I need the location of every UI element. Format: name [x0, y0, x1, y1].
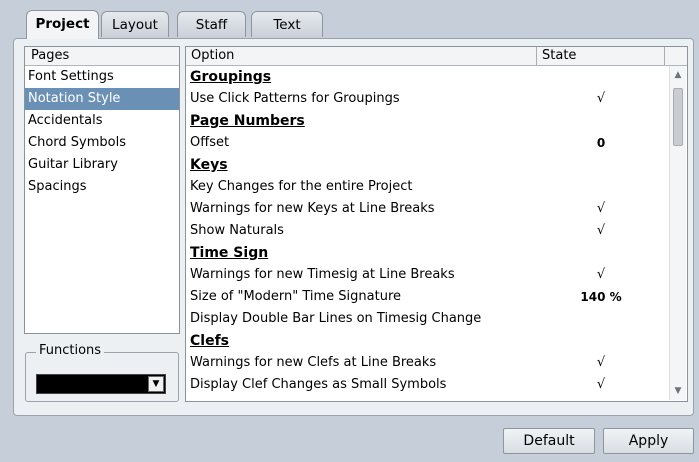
state-checkmark[interactable]: √	[541, 352, 661, 374]
options-rows: Groupings Use Click Patterns for Grouping…	[186, 66, 670, 396]
state-checkmark[interactable]: √	[541, 88, 661, 110]
functions-group: Functions ▼	[25, 343, 179, 402]
option-label: Offset	[190, 135, 230, 150]
section-title: Groupings	[190, 69, 272, 85]
option-row[interactable]: Size of "Modern" Time Signature 140 %	[186, 286, 670, 308]
state-value[interactable]: 0	[541, 132, 661, 154]
state-checkmark[interactable]: √	[541, 264, 661, 286]
option-label: Warnings for new Keys at Line Breaks	[190, 201, 435, 216]
option-label: Show Naturals	[190, 223, 284, 238]
option-row[interactable]: Warnings for new Timesig at Line Breaks √	[186, 264, 670, 286]
default-button[interactable]: Default	[503, 428, 595, 454]
tab-project[interactable]: Project	[26, 10, 99, 39]
section-title: Keys	[190, 157, 228, 173]
option-row[interactable]: Display Double Bar Lines on Timesig Chan…	[186, 308, 670, 330]
page-item-notation-style[interactable]: Notation Style	[25, 88, 179, 110]
option-row[interactable]: Display Clef Changes as Small Symbols √	[186, 374, 670, 396]
option-row[interactable]: Warnings for new Keys at Line Breaks √	[186, 198, 670, 220]
tab-layout[interactable]: Layout	[101, 11, 169, 37]
option-row[interactable]: Offset 0	[186, 132, 670, 154]
column-header-option[interactable]: Option	[186, 47, 536, 65]
column-header-state[interactable]: State	[537, 47, 664, 65]
option-row[interactable]: Warnings for new Clefs at Line Breaks √	[186, 352, 670, 374]
scroll-down-arrow-icon[interactable]: ▼	[670, 384, 686, 398]
section-title: Page Numbers	[190, 113, 305, 129]
option-label: Warnings for new Clefs at Line Breaks	[190, 355, 437, 370]
apply-button[interactable]: Apply	[603, 428, 694, 454]
pages-list: Pages Font Settings Notation Style Accid…	[24, 46, 180, 334]
tab-staff[interactable]: Staff	[177, 11, 246, 37]
options-scrollbar[interactable]: ▲ ▼	[669, 66, 686, 400]
section-header-row: Groupings	[186, 66, 670, 88]
state-checkmark[interactable]: √	[541, 220, 661, 242]
option-label: Size of "Modern" Time Signature	[190, 289, 402, 304]
scrollbar-thumb[interactable]	[673, 88, 683, 146]
option-label: Display Clef Changes as Small Symbols	[190, 377, 447, 392]
section-title: Clefs	[190, 333, 229, 349]
page-item-spacings[interactable]: Spacings	[25, 176, 179, 198]
pages-header: Pages	[25, 47, 179, 66]
column-divider[interactable]	[664, 47, 665, 65]
section-header-row: Time Sign	[186, 242, 670, 264]
page-item-font-settings[interactable]: Font Settings	[25, 66, 179, 88]
option-label: Warnings for new Timesig at Line Breaks	[190, 267, 455, 282]
options-table: Option State Groupings Use Click Patterns…	[185, 46, 688, 402]
section-header-row: Keys	[186, 154, 670, 176]
option-label: Use Click Patterns for Groupings	[190, 91, 400, 106]
option-row[interactable]: Use Click Patterns for Groupings √	[186, 88, 670, 110]
state-checkmark[interactable]: √	[541, 374, 661, 396]
section-header-row: Clefs	[186, 330, 670, 352]
option-label: Key Changes for the entire Project	[190, 179, 413, 194]
scroll-up-arrow-icon[interactable]: ▲	[670, 68, 686, 82]
tab-text[interactable]: Text	[251, 11, 323, 37]
functions-title: Functions	[36, 343, 105, 358]
chevron-down-icon[interactable]: ▼	[148, 376, 164, 392]
page-item-accidentals[interactable]: Accidentals	[25, 110, 179, 132]
option-row[interactable]: Key Changes for the entire Project	[186, 176, 670, 198]
state-checkmark[interactable]: √	[541, 198, 661, 220]
section-title: Time Sign	[190, 245, 269, 261]
option-label: Display Double Bar Lines on Timesig Chan…	[190, 311, 482, 326]
page-item-guitar-library[interactable]: Guitar Library	[25, 154, 179, 176]
page-item-chord-symbols[interactable]: Chord Symbols	[25, 132, 179, 154]
option-row[interactable]: Show Naturals √	[186, 220, 670, 242]
state-value[interactable]: 140 %	[541, 286, 661, 308]
pages-items: Font Settings Notation Style Accidentals…	[25, 66, 179, 198]
options-table-header: Option State	[186, 47, 687, 66]
section-header-row: Page Numbers	[186, 110, 670, 132]
functions-dropdown[interactable]: ▼	[36, 374, 166, 394]
